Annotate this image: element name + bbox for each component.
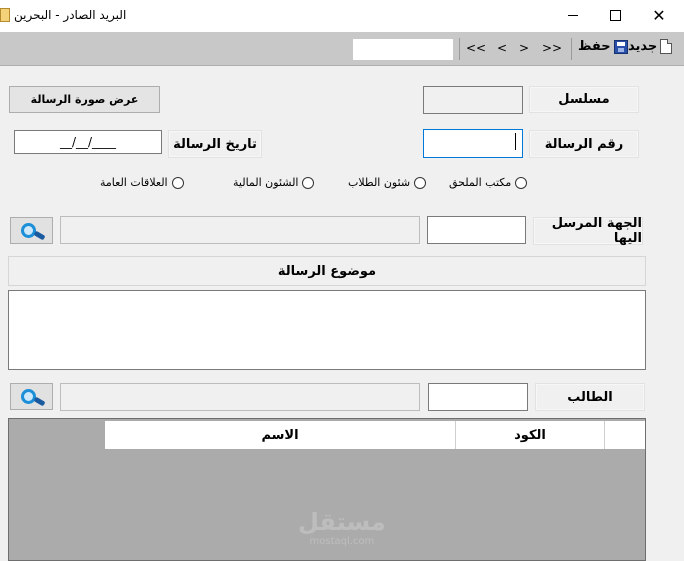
nav-last-button[interactable]: >> — [542, 41, 562, 55]
save-label: حفظ — [578, 39, 611, 54]
maximize-button[interactable] — [592, 0, 638, 30]
radio-financial-affairs[interactable]: الشئون المالية — [233, 176, 315, 189]
close-icon: ✕ — [652, 5, 666, 25]
radio-public-relations[interactable]: العلاقات العامة — [100, 176, 184, 189]
recipient-search-button[interactable] — [10, 217, 53, 244]
letter-number-input[interactable] — [423, 129, 523, 158]
watermark-logo-text: مستقل — [298, 508, 386, 536]
radio-attache-office[interactable]: مكتب الملحق — [449, 176, 528, 189]
close-button[interactable]: ✕ — [636, 0, 682, 30]
minimize-icon — [568, 14, 578, 16]
letter-number-label: رقم الرسالة — [529, 130, 639, 158]
new-button[interactable]: جديد — [628, 39, 673, 54]
toolbar: << < > >> حفظ جديد — [0, 32, 684, 66]
recipient-label: الجهة المرسل اليها — [533, 216, 643, 246]
letter-date-label: تاريخ الرسالة — [168, 130, 262, 158]
radio-label: العلاقات العامة — [100, 176, 168, 189]
subject-textarea[interactable] — [8, 290, 646, 370]
radio-circle — [171, 176, 184, 189]
save-button[interactable]: حفظ — [578, 39, 628, 54]
radio-label: شئون الطلاب — [348, 176, 411, 189]
save-icon — [613, 39, 628, 54]
letter-date-input[interactable]: __/__/____ — [14, 130, 162, 154]
new-label: جديد — [628, 39, 658, 54]
student-name-field — [60, 383, 420, 411]
toolbar-separator — [571, 38, 572, 60]
radio-circle — [302, 176, 315, 189]
view-letter-image-button[interactable]: عرض صورة الرسالة — [9, 86, 160, 113]
new-document-icon — [660, 39, 673, 54]
radio-label: الشئون المالية — [233, 176, 299, 189]
minimize-button[interactable] — [550, 0, 596, 30]
maximize-icon — [609, 9, 621, 21]
radio-student-affairs[interactable]: شئون الطلاب — [348, 176, 427, 189]
text-caret — [515, 133, 516, 150]
subject-header: موضوع الرسالة — [8, 256, 646, 286]
grid-header-code[interactable]: الكود — [456, 421, 605, 449]
radio-label: مكتب الملحق — [449, 176, 512, 189]
watermark: مستقل mostaql.com — [298, 508, 386, 547]
search-icon — [19, 222, 46, 240]
toolbar-separator — [459, 38, 460, 60]
serial-field[interactable] — [423, 86, 523, 114]
grid-row-header-corner — [605, 421, 645, 449]
app-icon — [0, 8, 10, 22]
search-icon — [19, 388, 46, 406]
watermark-url: mostaql.com — [309, 536, 375, 547]
radio-circle — [515, 176, 528, 189]
toolbar-search-input[interactable] — [352, 38, 454, 61]
nav-prev-button[interactable]: < — [497, 41, 507, 55]
grid-header-name[interactable]: الاسم — [105, 421, 456, 449]
nav-next-button[interactable]: > — [519, 41, 529, 55]
recipient-name-field — [60, 216, 420, 244]
student-code-input[interactable] — [428, 383, 528, 411]
title-bar: البريد الصادر - البحرين ✕ — [0, 0, 684, 32]
student-label: الطالب — [535, 383, 645, 411]
serial-label: مسلسل — [529, 86, 639, 113]
nav-first-button[interactable]: << — [466, 41, 486, 55]
window-title: البريد الصادر - البحرين — [14, 8, 127, 22]
student-search-button[interactable] — [10, 383, 53, 410]
radio-circle — [414, 176, 427, 189]
recipient-code-input[interactable] — [427, 216, 526, 244]
